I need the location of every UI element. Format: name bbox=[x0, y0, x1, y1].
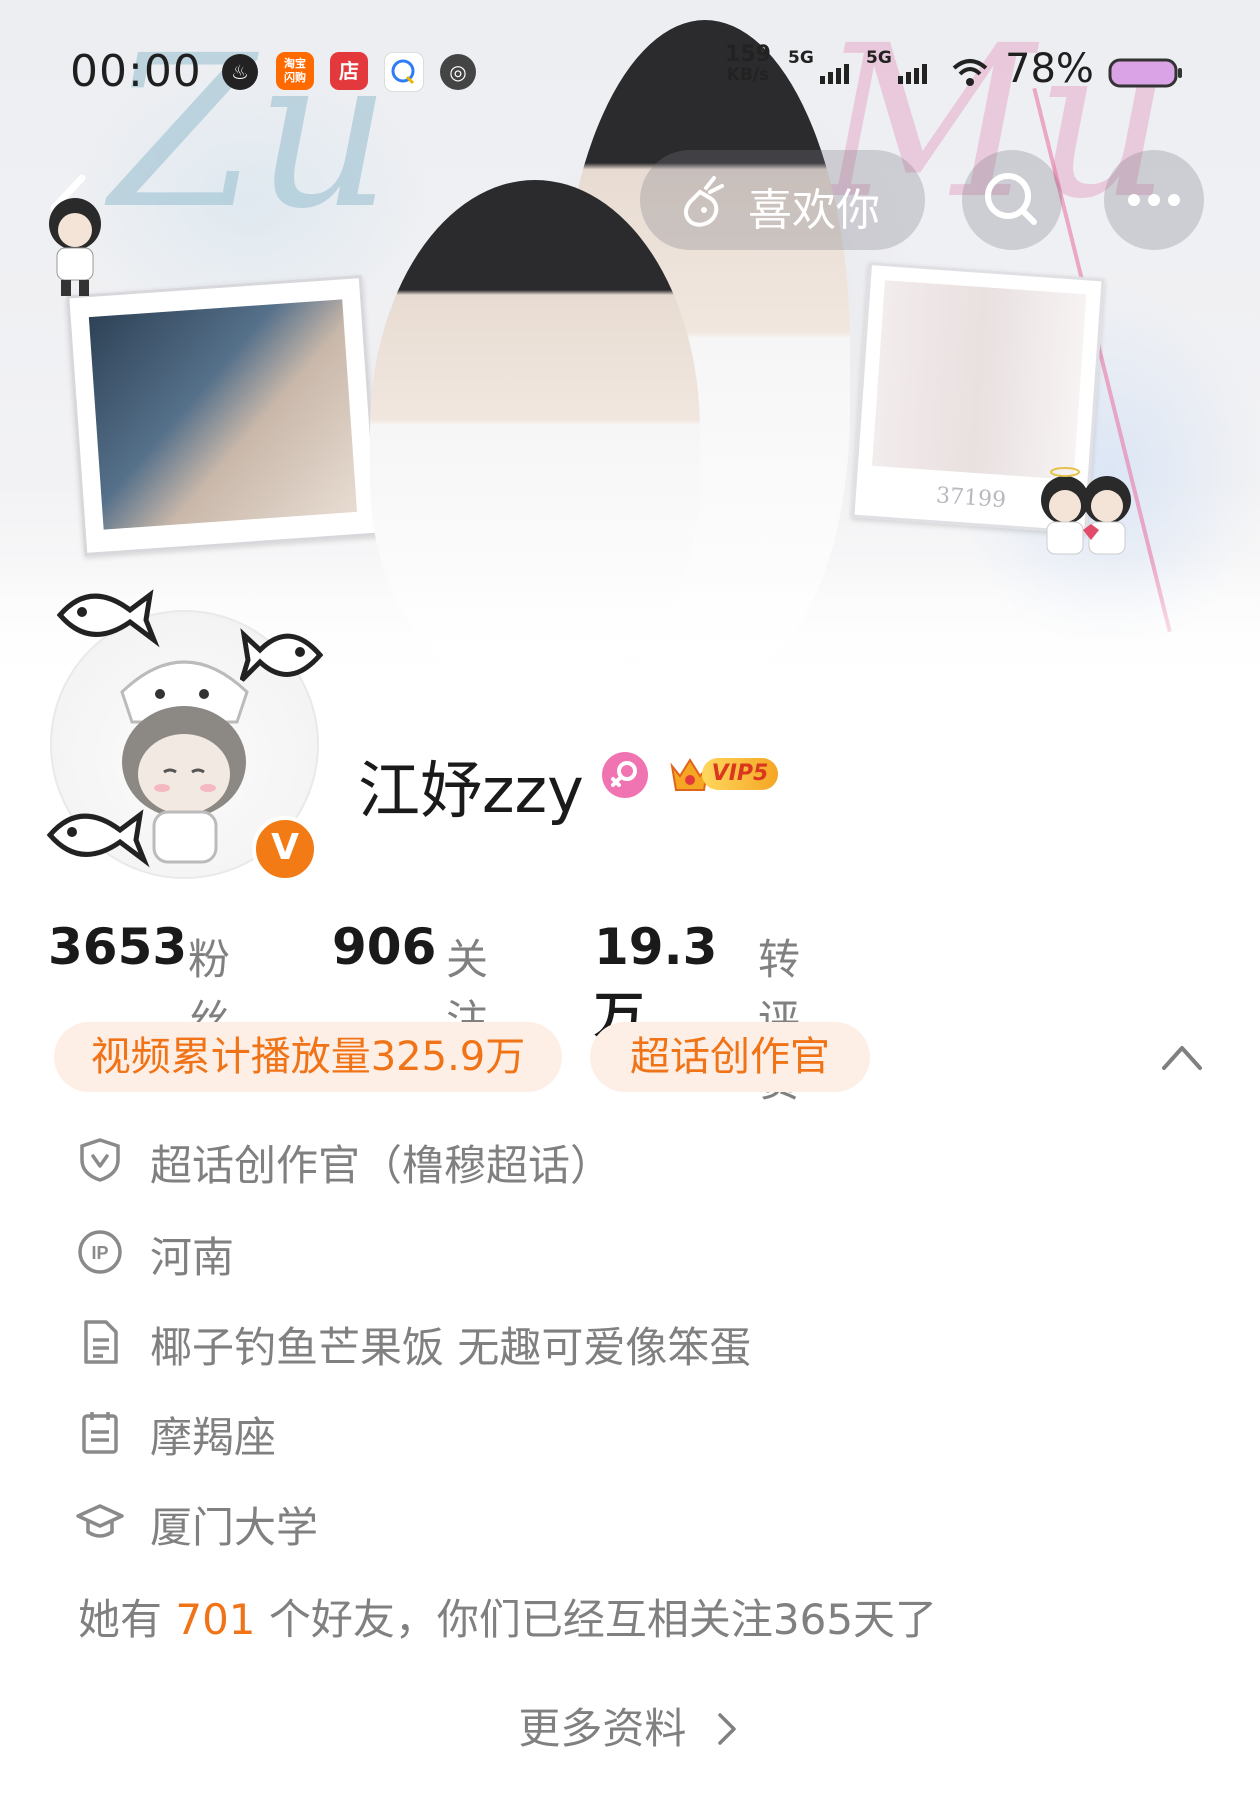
shield-v-icon bbox=[80, 1138, 120, 1182]
chat-icon bbox=[384, 52, 424, 92]
followers-count[interactable]: 3653 bbox=[48, 918, 187, 976]
signal-1-bars-icon bbox=[820, 64, 852, 92]
info-bio-text: 椰子钓鱼芒果饭 无趣可爱像笨蛋 bbox=[150, 1323, 752, 1372]
info-zodiac-text: 摩羯座 bbox=[150, 1413, 277, 1462]
chibi-avatar-sticker-icon bbox=[49, 198, 101, 296]
verified-badge-icon: V bbox=[252, 816, 318, 882]
info-creator-text: 超话创作官（橹穆超话） bbox=[150, 1141, 613, 1190]
friends-count: 701 bbox=[175, 1595, 256, 1644]
following-count[interactable]: 906 bbox=[332, 918, 436, 976]
net-speed-unit: KB/s bbox=[726, 65, 770, 85]
status-bar: 00:00 ♨ 淘宝 闪购 店 ◎ 159 KB/s 5G 5G 78% bbox=[0, 40, 1260, 110]
more-dots-icon bbox=[1128, 194, 1180, 206]
svg-text:IP: IP bbox=[91, 1243, 108, 1263]
signal-1-label: 5G bbox=[788, 48, 814, 68]
like-you-label: 喜欢你 bbox=[748, 185, 880, 236]
carrot-heart-icon bbox=[684, 176, 724, 227]
net-speed-value: 159 bbox=[725, 42, 771, 67]
info-school-text: 厦门大学 bbox=[150, 1503, 319, 1552]
banner-photo-frame-left bbox=[66, 274, 380, 557]
vip-badge[interactable]: VIP5 bbox=[668, 752, 780, 796]
battery-percent: 78% bbox=[1005, 46, 1094, 92]
mutual-friends-text[interactable]: 她有 701 个好友，你们已经互相关注365天了 bbox=[78, 1586, 937, 1647]
ip-icon: IP bbox=[78, 1230, 122, 1274]
document-icon bbox=[84, 1320, 118, 1364]
username: 江妤zzy bbox=[358, 754, 584, 827]
info-ip-text: 河南 bbox=[150, 1233, 235, 1282]
chevron-right-icon bbox=[717, 1713, 736, 1745]
flame-app-icon: ♨ bbox=[222, 54, 258, 90]
friends-prefix: 她有 bbox=[78, 1595, 176, 1644]
like-you-button[interactable]: 喜欢你 bbox=[640, 150, 925, 250]
graduation-cap-icon bbox=[76, 1504, 124, 1538]
vip-label: VIP5 bbox=[702, 758, 778, 790]
signal-2-bars-icon bbox=[898, 64, 930, 92]
status-time: 00:00 bbox=[70, 46, 202, 97]
fish-decoration-icon bbox=[46, 809, 150, 868]
more-info-label: 更多资料 bbox=[518, 1704, 687, 1753]
more-button[interactable] bbox=[1104, 150, 1204, 250]
taobao-flash-icon: 淘宝 闪购 bbox=[276, 52, 314, 90]
friends-suffix: 个好友，你们已经互相关注365天了 bbox=[255, 1595, 938, 1644]
battery-icon bbox=[1108, 58, 1182, 88]
search-icon bbox=[985, 173, 1037, 225]
signal-2-label: 5G bbox=[866, 48, 892, 68]
more-info-link[interactable]: 更多资料 bbox=[0, 1695, 1260, 1756]
video-plays-tag[interactable]: 视频累计播放量325.9万 bbox=[54, 1022, 562, 1092]
search-button[interactable] bbox=[962, 150, 1062, 250]
fish-decoration-icon bbox=[240, 628, 324, 682]
carrier-icon: ◎ bbox=[440, 54, 476, 90]
store-icon: 店 bbox=[330, 52, 368, 90]
calendar-icon bbox=[82, 1412, 118, 1454]
net-speed: 159 KB/s bbox=[718, 44, 778, 86]
chibi-sticker-icon bbox=[1041, 467, 1131, 555]
avatar-container[interactable]: V bbox=[40, 580, 330, 882]
banner-polaroid-photo bbox=[872, 280, 1087, 480]
wifi-icon bbox=[952, 59, 988, 86]
chevron-up-icon[interactable] bbox=[1160, 1040, 1204, 1074]
creator-tag[interactable]: 超话创作官 bbox=[590, 1022, 870, 1092]
banner-photo-hands bbox=[88, 299, 358, 530]
female-gender-icon bbox=[602, 752, 648, 798]
fish-decoration-icon bbox=[56, 589, 160, 648]
